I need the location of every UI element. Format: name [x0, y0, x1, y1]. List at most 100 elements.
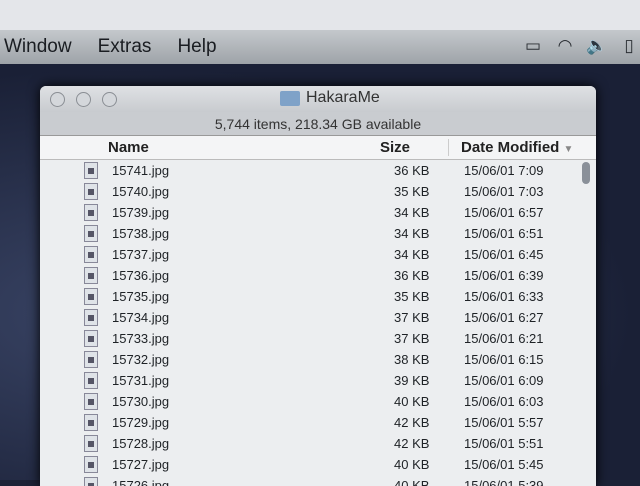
jpg-file-icon	[84, 288, 98, 305]
info-bar: 5,744 items, 218.34 GB available	[40, 112, 596, 136]
jpg-file-icon	[84, 330, 98, 347]
file-date: 15/06/01 6:03	[464, 394, 544, 409]
file-name: 15737.jpg	[112, 247, 170, 262]
file-row[interactable]: 15726.jpg 40 KB 15/06/01 5:39	[40, 475, 596, 486]
file-size: 37 KB	[394, 310, 430, 325]
jpg-file-icon	[84, 414, 98, 431]
window-title: HakaraMe	[306, 89, 380, 106]
file-size: 34 KB	[394, 226, 430, 241]
column-name[interactable]: Name	[40, 139, 380, 156]
file-row[interactable]: 15736.jpg 36 KB 15/06/01 6:39	[40, 265, 596, 286]
folder-icon	[280, 90, 300, 106]
file-name: 15732.jpg	[112, 352, 170, 367]
input-icon[interactable]: ▯	[618, 36, 640, 56]
column-header: Name Size Date Modified ▼	[40, 136, 596, 160]
file-name: 15739.jpg	[112, 205, 170, 220]
file-date: 15/06/01 6:51	[464, 226, 544, 241]
file-size: 40 KB	[394, 478, 430, 486]
jpg-file-icon	[84, 372, 98, 389]
jpg-file-icon	[84, 477, 98, 486]
file-size: 39 KB	[394, 373, 430, 388]
file-row[interactable]: 15737.jpg 34 KB 15/06/01 6:45	[40, 244, 596, 265]
file-row[interactable]: 15735.jpg 35 KB 15/06/01 6:33	[40, 286, 596, 307]
file-name: 15727.jpg	[112, 457, 170, 472]
file-name: 15730.jpg	[112, 394, 170, 409]
file-size: 36 KB	[394, 268, 430, 283]
column-date-modified[interactable]: Date Modified ▼	[448, 139, 576, 156]
close-button[interactable]	[50, 92, 65, 107]
file-row[interactable]: 15728.jpg 42 KB 15/06/01 5:51	[40, 433, 596, 454]
menu-help[interactable]: Help	[177, 36, 216, 58]
file-date: 15/06/01 6:33	[464, 289, 544, 304]
file-date: 15/06/01 7:09	[464, 163, 544, 178]
display-icon[interactable]: ▭	[522, 36, 544, 56]
file-name: 15728.jpg	[112, 436, 170, 451]
file-date: 15/06/01 6:45	[464, 247, 544, 262]
file-name: 15734.jpg	[112, 310, 170, 325]
file-row[interactable]: 15730.jpg 40 KB 15/06/01 6:03	[40, 391, 596, 412]
file-date: 15/06/01 6:39	[464, 268, 544, 283]
status-area: ▭ ◠ 🔈 ▯	[522, 36, 640, 56]
sort-descending-icon: ▼	[563, 144, 574, 155]
file-name: 15741.jpg	[112, 163, 170, 178]
jpg-file-icon	[84, 456, 98, 473]
file-size: 34 KB	[394, 205, 430, 220]
file-size: 35 KB	[394, 289, 430, 304]
zoom-button[interactable]	[102, 92, 117, 107]
file-date: 15/06/01 5:51	[464, 436, 544, 451]
file-date: 15/06/01 5:45	[464, 457, 544, 472]
file-size: 40 KB	[394, 457, 430, 472]
column-size[interactable]: Size	[380, 139, 448, 156]
file-row[interactable]: 15739.jpg 34 KB 15/06/01 6:57	[40, 202, 596, 223]
file-date: 15/06/01 6:09	[464, 373, 544, 388]
file-size: 42 KB	[394, 415, 430, 430]
finder-window: HakaraMe 5,744 items, 218.34 GB availabl…	[40, 86, 596, 486]
file-date: 15/06/01 5:57	[464, 415, 544, 430]
title-bar[interactable]: HakaraMe	[40, 86, 596, 112]
menu-extras[interactable]: Extras	[98, 36, 152, 58]
jpg-file-icon	[84, 162, 98, 179]
file-row[interactable]: 15738.jpg 34 KB 15/06/01 6:51	[40, 223, 596, 244]
file-list: 15741.jpg 36 KB 15/06/01 7:09 15740.jpg 35 K…	[40, 160, 596, 486]
file-row[interactable]: 15733.jpg 37 KB 15/06/01 6:21	[40, 328, 596, 349]
file-row[interactable]: 15740.jpg 35 KB 15/06/01 7:03	[40, 181, 596, 202]
file-size: 40 KB	[394, 394, 430, 409]
wifi-icon[interactable]: ◠	[554, 36, 576, 56]
jpg-file-icon	[84, 183, 98, 200]
file-size: 38 KB	[394, 352, 430, 367]
volume-icon[interactable]: 🔈	[586, 36, 608, 56]
file-row[interactable]: 15727.jpg 40 KB 15/06/01 5:45	[40, 454, 596, 475]
file-date: 15/06/01 5:39	[464, 478, 544, 486]
jpg-file-icon	[84, 351, 98, 368]
file-name: 15729.jpg	[112, 415, 170, 430]
screen-bezel	[0, 0, 640, 30]
file-date: 15/06/01 7:03	[464, 184, 544, 199]
jpg-file-icon	[84, 309, 98, 326]
file-size: 34 KB	[394, 247, 430, 262]
file-name: 15736.jpg	[112, 268, 170, 283]
jpg-file-icon	[84, 246, 98, 263]
file-size: 35 KB	[394, 184, 430, 199]
minimize-button[interactable]	[76, 92, 91, 107]
menu-window[interactable]: Window	[4, 36, 72, 58]
scrollbar-thumb[interactable]	[582, 162, 590, 184]
file-size: 36 KB	[394, 163, 430, 178]
file-row[interactable]: 15732.jpg 38 KB 15/06/01 6:15	[40, 349, 596, 370]
file-row[interactable]: 15741.jpg 36 KB 15/06/01 7:09	[40, 160, 596, 181]
file-size: 37 KB	[394, 331, 430, 346]
file-name: 15733.jpg	[112, 331, 170, 346]
file-date: 15/06/01 6:15	[464, 352, 544, 367]
file-name: 15740.jpg	[112, 184, 170, 199]
file-name: 15738.jpg	[112, 226, 170, 241]
jpg-file-icon	[84, 393, 98, 410]
file-row[interactable]: 15731.jpg 39 KB 15/06/01 6:09	[40, 370, 596, 391]
jpg-file-icon	[84, 225, 98, 242]
file-name: 15726.jpg	[112, 478, 170, 486]
column-date-label: Date Modified	[461, 139, 560, 156]
jpg-file-icon	[84, 267, 98, 284]
file-date: 15/06/01 6:21	[464, 331, 544, 346]
file-row[interactable]: 15729.jpg 42 KB 15/06/01 5:57	[40, 412, 596, 433]
file-name: 15731.jpg	[112, 373, 170, 388]
file-row[interactable]: 15734.jpg 37 KB 15/06/01 6:27	[40, 307, 596, 328]
file-date: 15/06/01 6:57	[464, 205, 544, 220]
